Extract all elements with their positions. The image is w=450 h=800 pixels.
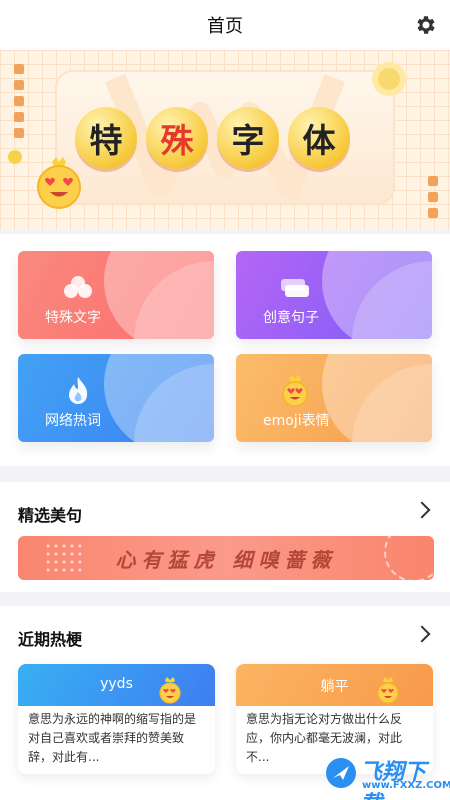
watermark: 飞翔下载 www.FXXZ.COM [322,752,450,800]
emoji-face-icon [377,677,399,704]
feature-card-label: 创意句子 [263,310,319,326]
banner-dot-decoration [8,150,22,164]
section-title: 近期热梗 [18,630,83,649]
trending-term: yyds [100,676,133,692]
feature-card-label: 特殊文字 [45,310,101,326]
featured-quote-banner[interactable]: 心有猛虎 细嗅蔷薇 [18,536,434,580]
watermark-text: 飞翔下载 [360,760,427,800]
chevron-right-icon[interactable] [413,625,431,643]
banner-left-bars [14,64,26,144]
banner-right-bars [428,176,440,224]
feature-card-special-text[interactable]: 特殊文字 [18,251,214,339]
quote-dots-decoration [44,542,84,574]
banner-title: 特 殊 字 体 [75,107,350,169]
featured-quote-text: 心有猛虎 细嗅蔷薇 [115,547,337,572]
special-font-banner[interactable]: 特 殊 字 体 [0,50,450,230]
banner-char: 体 [288,107,350,169]
banner-char: 殊 [146,107,208,169]
watermark-logo-icon [326,758,356,788]
featured-quotes-section: 精选美句 心有猛虎 细嗅蔷薇 [0,482,450,592]
trending-memes-section: 近期热梗 yyds 意思为永远的神啊的缩写指的是对自己喜欢或者崇拜的赞美致辞，对… [0,606,450,800]
cloud-icon [64,276,92,298]
chevron-right-icon[interactable] [413,501,431,519]
top-bar: 首页 [0,0,450,50]
emoji-face-icon [282,375,308,407]
emoji-face-icon [159,677,181,704]
banner-char: 字 [217,107,279,169]
quote-ring-decoration [384,536,434,580]
trending-card[interactable]: yyds 意思为永远的神啊的缩写指的是对自己喜欢或者崇拜的赞美致辞，对此有... [18,664,215,774]
banner-ring-decoration [372,62,406,96]
trending-card-header: yyds [18,664,215,706]
watermark-url: www.FXXZ.COM [362,780,450,791]
feature-grid: 特殊文字 创意句子 网络热词 emoji表情 [0,234,450,466]
feature-card-emoji[interactable]: emoji表情 [236,354,432,442]
trending-term: 躺平 [320,679,349,695]
trending-card-header: 躺平 [236,664,433,706]
flame-icon [69,377,88,404]
section-title: 精选美句 [18,506,83,525]
feature-card-hot-words[interactable]: 网络热词 [18,354,214,442]
feature-card-label: 网络热词 [45,413,101,429]
cards-icon [281,279,309,297]
feature-card-label: emoji表情 [263,413,330,429]
feature-card-creative-sentences[interactable]: 创意句子 [236,251,432,339]
page-title: 首页 [207,16,243,37]
gear-icon[interactable] [414,13,438,37]
trending-description: 意思为永远的神啊的缩写指的是对自己喜欢或者崇拜的赞美致辞，对此有... [28,710,206,767]
heart-eyes-emoji-icon [37,157,81,209]
